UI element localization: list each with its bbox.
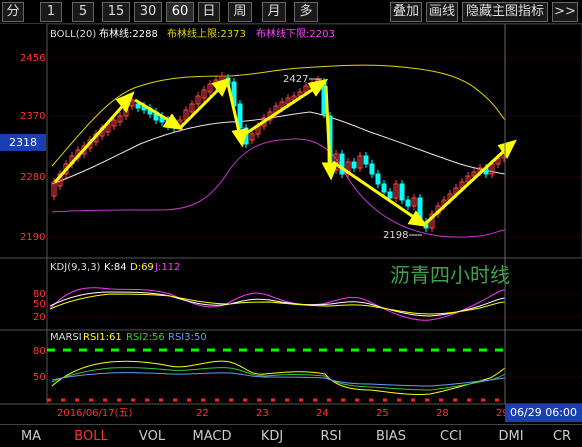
- x-tick: 28: [436, 408, 449, 419]
- price-chart[interactable]: BOLL(20) 布林线:2288 布林线上限:2373 布林线下限:2203 …: [0, 24, 582, 424]
- watermark-text: 沥青四小时线: [390, 263, 510, 287]
- marsi-rsi2-value: RSI2:56: [126, 332, 165, 343]
- boll-panel-frame: [46, 24, 582, 259]
- x-tick: 25: [376, 408, 389, 419]
- draw-line-button[interactable]: 画线: [426, 2, 458, 22]
- hide-main-indicator-button[interactable]: 隐藏主图指标: [462, 2, 548, 22]
- y-tick: 50: [33, 372, 46, 383]
- high-annotation: 2427: [283, 74, 308, 85]
- more-button[interactable]: >>: [552, 2, 578, 22]
- low-annotation: 2198: [383, 230, 408, 241]
- candle-body: [405, 199, 411, 207]
- boll-lower-value: 布林线下限:2203: [256, 27, 335, 40]
- kdj-j-value: J:112: [154, 262, 180, 273]
- x-tick: 23: [256, 408, 269, 419]
- kdj-title: KDJ(9,3,3): [50, 262, 101, 273]
- y-tick: 50: [33, 299, 46, 310]
- tab-cci[interactable]: CCI: [426, 427, 476, 447]
- tab-vol[interactable]: VOL: [126, 427, 178, 447]
- period-tick-button[interactable]: 分: [2, 2, 24, 22]
- kdj-k-value: K:84: [104, 262, 127, 273]
- y-tick: 2370: [20, 111, 45, 122]
- period-15min-button[interactable]: 15: [102, 2, 130, 22]
- candle-body: [363, 155, 369, 165]
- trend-arrow: [332, 160, 419, 222]
- y-tick: 20: [33, 312, 46, 323]
- x-tick: 24: [316, 408, 329, 419]
- candle-body: [135, 103, 141, 109]
- trend-arrow: [324, 85, 332, 170]
- y-tick: 2456: [20, 53, 45, 64]
- period-week-button[interactable]: 周: [228, 2, 252, 22]
- x-start-date: 2016/06/17(五): [57, 408, 133, 419]
- tab-bias[interactable]: BIAS: [364, 427, 418, 447]
- candle-body: [399, 183, 405, 201]
- kdj-d-line: [49, 293, 506, 315]
- x-tick: 22: [196, 408, 209, 419]
- period-30min-button[interactable]: 30: [134, 2, 162, 22]
- trend-arrow: [241, 84, 319, 138]
- y-tick: 2280: [20, 172, 45, 183]
- current-price-badge: 2318: [0, 134, 46, 151]
- tab-rsi[interactable]: RSI: [306, 427, 356, 447]
- boll-upper-value: 布林线上限:2373: [167, 27, 246, 40]
- y-tick: 2190: [20, 232, 45, 243]
- candle-body: [381, 183, 387, 193]
- tab-boll[interactable]: BOLL: [64, 427, 118, 447]
- kdj-k-line: [49, 291, 506, 317]
- period-5min-button[interactable]: 5: [72, 2, 94, 22]
- marsi-rsi1-value: RSI1:61: [83, 332, 122, 343]
- cursor-date-badge: 06/29 06:00: [505, 404, 582, 422]
- period-toolbar: 分 1 5 15 30 60 日 周 月 多 叠加 画线 隐藏主图指标 >>: [0, 0, 582, 24]
- period-day-button[interactable]: 日: [198, 2, 220, 22]
- boll-title: BOLL(20): [50, 29, 96, 40]
- trend-arrow: [423, 148, 507, 226]
- overlay-button[interactable]: 叠加: [390, 2, 422, 22]
- tab-dmi[interactable]: DMI: [486, 427, 536, 447]
- y-tick: 80: [33, 346, 46, 357]
- candle-body: [339, 153, 345, 175]
- trend-arrow: [53, 99, 130, 183]
- period-1min-button[interactable]: 1: [40, 2, 62, 22]
- marsi-rsi3-value: RSI3:50: [168, 332, 207, 343]
- boll-mid-value: 布林线:2288: [99, 27, 158, 40]
- period-60min-button[interactable]: 60: [166, 2, 194, 22]
- period-multi-button[interactable]: 多: [294, 2, 318, 22]
- candle-body: [369, 163, 375, 175]
- period-month-button[interactable]: 月: [262, 2, 286, 22]
- candle-body: [387, 191, 393, 199]
- tab-kdj[interactable]: KDJ: [246, 427, 298, 447]
- tab-macd[interactable]: MACD: [184, 427, 240, 447]
- arrowhead: [321, 162, 339, 181]
- candle-body: [351, 161, 357, 169]
- kdj-d-value: D:69: [130, 262, 154, 273]
- indicator-tab-bar: MA BOLL VOL MACD KDJ RSI BIAS CCI DMI CR: [0, 424, 582, 447]
- rsi2-line: [51, 367, 506, 391]
- marsi-title: MARSI: [50, 332, 82, 343]
- candle-body: [375, 173, 381, 185]
- tab-ma[interactable]: MA: [6, 427, 56, 447]
- tab-cr[interactable]: CR: [542, 427, 582, 447]
